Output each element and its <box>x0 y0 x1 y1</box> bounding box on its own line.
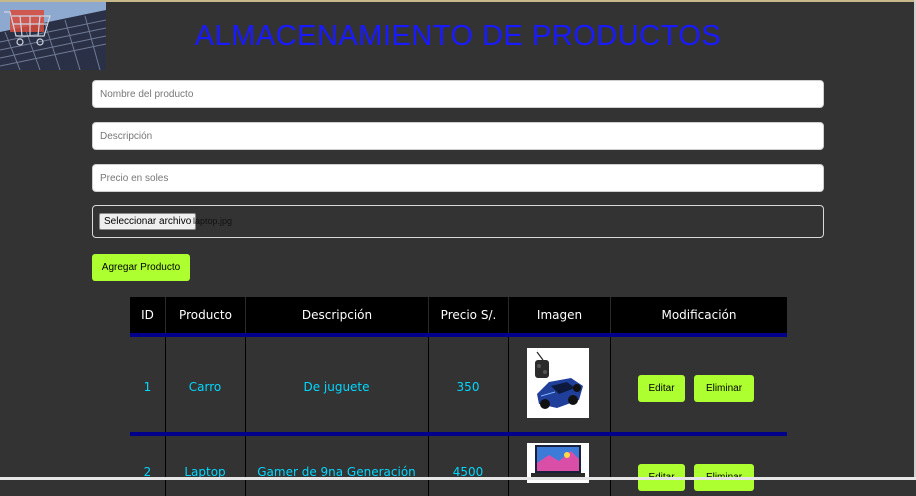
cell-product-value: Carro <box>188 380 222 394</box>
table-row: 2 Laptop Gamer de 9na Generación 4500 Ed… <box>130 436 787 496</box>
cell-price-value: 350 <box>456 380 480 394</box>
file-upload-field: Seleccionar archivo laptop.jpg <box>92 205 824 238</box>
price-input[interactable] <box>92 164 824 192</box>
edit-button[interactable]: Editar <box>638 375 685 402</box>
cell-actions: Editar Eliminar <box>610 337 787 432</box>
cell-id: 1 <box>130 337 165 432</box>
cell-product: Laptop <box>165 436 245 496</box>
selected-file-name: laptop.jpg <box>193 216 233 226</box>
add-product-button[interactable]: Agregar Producto <box>92 254 190 281</box>
table-header: ID Producto Descripción Precio S/. Image… <box>130 297 787 337</box>
cell-description: De juguete <box>245 337 428 432</box>
choose-file-button[interactable]: Seleccionar archivo <box>99 213 197 230</box>
description-input[interactable] <box>92 122 824 150</box>
cell-actions: Editar Eliminar <box>610 436 787 496</box>
cell-id: 2 <box>130 436 165 496</box>
top-border <box>0 0 916 2</box>
header-modification: Modificación <box>610 297 787 333</box>
product-name-input[interactable] <box>92 80 824 108</box>
delete-button[interactable]: Eliminar <box>694 375 754 402</box>
header-description: Descripción <box>245 297 428 333</box>
cell-id-value: 1 <box>143 380 152 394</box>
header-image: Imagen <box>508 297 610 333</box>
table-row: 1 Carro De juguete 350 Editar Eliminar <box>130 337 787 432</box>
cell-description-value: De juguete <box>303 380 370 394</box>
cell-price: 4500 <box>428 436 508 496</box>
cell-description: Gamer de 9na Generación <box>245 436 428 496</box>
cell-product: Carro <box>165 337 245 432</box>
toy-car-image <box>527 348 589 418</box>
header-id: ID <box>141 308 154 322</box>
cell-image <box>508 436 610 496</box>
header-price: Precio S/. <box>428 297 508 333</box>
cell-price: 350 <box>428 337 508 432</box>
header-product: Producto <box>165 297 245 333</box>
cell-image <box>508 337 610 432</box>
page-title: ALMACENAMIENTO DE PRODUCTOS <box>194 20 722 52</box>
